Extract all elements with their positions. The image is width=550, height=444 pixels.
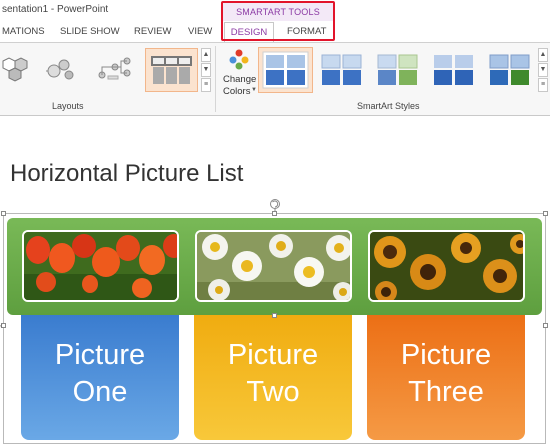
layout-thumb-selected[interactable] bbox=[145, 48, 198, 92]
highlight-box bbox=[221, 1, 335, 41]
card-one-line1: Picture bbox=[54, 339, 146, 371]
change-colors-label-1: Change bbox=[223, 74, 257, 85]
smartart-style-outline[interactable] bbox=[318, 49, 365, 91]
layout-thumb-picture-list-icon bbox=[151, 56, 192, 84]
sunflowers-image bbox=[370, 232, 523, 300]
palette-icon bbox=[229, 49, 249, 70]
layouts-scroll-up-icon[interactable]: ▲ bbox=[201, 48, 211, 62]
change-colors-label-2: Colors bbox=[223, 86, 251, 97]
picture-daisies[interactable] bbox=[195, 230, 352, 302]
card-three-line1: Picture bbox=[400, 339, 492, 371]
layouts-group-label: Layouts bbox=[52, 101, 84, 111]
resize-handle-right[interactable] bbox=[543, 323, 548, 328]
dropdown-arrow-icon: ▼ bbox=[251, 87, 257, 93]
card-picture-one[interactable]: Picture One bbox=[21, 315, 179, 440]
layout-thumb-hexagon[interactable] bbox=[0, 49, 38, 89]
change-colors-button[interactable]: Change Colors ▼ bbox=[218, 46, 258, 100]
card-one-line2: One bbox=[72, 376, 128, 408]
layouts-scroll-down-icon[interactable]: ▼ bbox=[201, 63, 211, 77]
resize-handle-top-left[interactable] bbox=[1, 211, 6, 216]
smartart-style-3d[interactable] bbox=[486, 49, 533, 91]
styles-scroll-up-icon[interactable]: ▲ bbox=[538, 48, 548, 62]
layout-thumb-tree[interactable] bbox=[96, 49, 134, 89]
tab-slide-show[interactable]: SLIDE SHOW bbox=[60, 26, 120, 37]
card-two-line2: Two bbox=[246, 376, 300, 408]
smartart-style-gradient[interactable] bbox=[430, 49, 477, 91]
card-picture-three[interactable]: Picture Three bbox=[367, 315, 525, 440]
resize-handle-top-right[interactable] bbox=[543, 211, 548, 216]
resize-handle-top[interactable] bbox=[272, 211, 277, 216]
smartart-styles-group-label: SmartArt Styles bbox=[357, 101, 420, 111]
styles-more-icon[interactable]: ≡ bbox=[538, 78, 548, 92]
text-pane-toggle-icon[interactable]: ‹ bbox=[0, 321, 3, 330]
tab-animations[interactable]: MATIONS bbox=[2, 26, 45, 37]
tab-view[interactable]: VIEW bbox=[188, 26, 212, 37]
picture-tulips[interactable] bbox=[22, 230, 179, 302]
tulips-image bbox=[24, 232, 177, 300]
layout-thumb-circles[interactable] bbox=[42, 49, 80, 89]
banner-handle[interactable] bbox=[272, 313, 277, 318]
ribbon-separator bbox=[215, 46, 216, 112]
slide-title[interactable]: Horizontal Picture List bbox=[10, 160, 243, 188]
layouts-more-icon[interactable]: ≡ bbox=[201, 78, 211, 92]
smartart-style-flat[interactable] bbox=[262, 49, 309, 91]
card-three-line2: Three bbox=[408, 376, 484, 408]
smartart-style-green[interactable] bbox=[374, 49, 421, 91]
picture-sunflowers[interactable] bbox=[368, 230, 525, 302]
window-title: sentation1 - PowerPoint bbox=[2, 4, 109, 15]
card-two-line1: Picture bbox=[227, 339, 319, 371]
daisies-image bbox=[197, 232, 350, 300]
tab-review[interactable]: REVIEW bbox=[134, 26, 171, 37]
styles-scroll-down-icon[interactable]: ▼ bbox=[538, 63, 548, 77]
card-picture-two[interactable]: Picture Two bbox=[194, 315, 352, 440]
